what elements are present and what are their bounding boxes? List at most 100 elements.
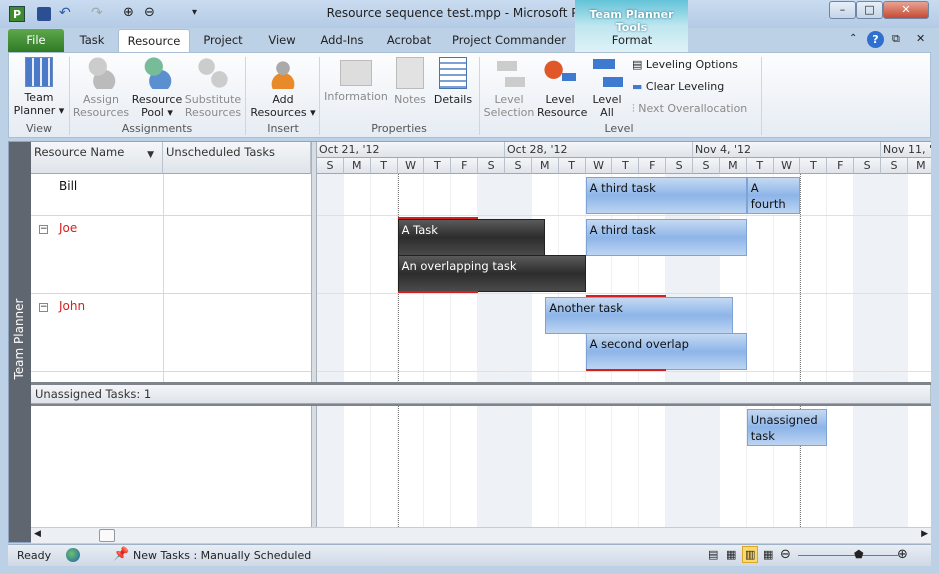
tab-add-ins[interactable]: Add-Ins	[310, 29, 374, 52]
resource-sheet-view-icon[interactable]: ▦	[763, 548, 773, 561]
day-column	[612, 406, 640, 527]
tab-acrobat[interactable]: Acrobat	[376, 29, 442, 52]
clear-leveling-button[interactable]: ▬ Clear Leveling	[632, 80, 724, 93]
row-divider	[317, 371, 931, 372]
resource-pool-button[interactable]: Resource Pool ▾	[129, 57, 185, 119]
title-bar: P ↶ ↷ ⊕ ⊖ ▾ Resource sequence test.mpp -…	[0, 0, 939, 28]
task-bar[interactable]: A third task	[585, 219, 747, 256]
information-icon	[340, 60, 372, 86]
horizontal-scrollbar[interactable]: ◀ ▶	[31, 527, 931, 543]
task-bar[interactable]: An overlapping task	[397, 255, 586, 292]
tab-view[interactable]: View	[256, 29, 308, 52]
gantt-view-icon[interactable]: ▤	[708, 548, 718, 561]
day-column	[317, 406, 344, 527]
day-header: T	[558, 158, 586, 174]
sort-dropdown-icon[interactable]: ▼	[147, 150, 154, 160]
clear-leveling-icon: ▬	[632, 80, 643, 93]
minimize-ribbon-icon[interactable]: ⌃	[849, 33, 857, 44]
resource-row-joe[interactable]: − Joe	[31, 216, 163, 294]
add-resource-icon	[267, 57, 299, 89]
resource-row-john[interactable]: − John	[31, 294, 163, 372]
day-header: S	[317, 158, 344, 174]
details-button[interactable]: Details	[431, 57, 475, 106]
day-header: T	[800, 158, 828, 174]
task-bar[interactable]: Another task	[545, 297, 734, 334]
zoom-in-icon[interactable]: ⊕	[897, 547, 908, 562]
status-bar: Ready 📌 New Tasks : Manually Scheduled ▤…	[8, 544, 931, 566]
day-header: S	[854, 158, 882, 174]
day-header: T	[370, 158, 398, 174]
team-planner-view-icon[interactable]: ▥	[742, 546, 759, 563]
assign-resources-button: Assign Resources	[72, 57, 130, 119]
zoom-slider[interactable]	[798, 555, 898, 556]
task-mode-status[interactable]: New Tasks : Manually Scheduled	[133, 549, 311, 562]
column-header-unscheduled-tasks[interactable]: Unscheduled Tasks	[163, 142, 311, 174]
tab-resource[interactable]: Resource	[118, 29, 190, 52]
resource-pool-label: Resource Pool	[131, 93, 183, 119]
scroll-thumb[interactable]	[99, 529, 115, 542]
tab-project-commander[interactable]: Project Commander	[444, 29, 574, 52]
leveling-options-button[interactable]: ▤ Leveling Options	[632, 58, 738, 71]
notes-button: Notes	[391, 57, 429, 106]
add-resources-button[interactable]: Add Resources ▾	[249, 57, 317, 119]
task-bar[interactable]: A Task	[397, 219, 546, 256]
tab-format[interactable]: Format	[576, 29, 688, 52]
substitute-resources-button: Substitute Resources	[184, 57, 242, 119]
tab-file[interactable]: File	[8, 29, 64, 52]
day-header: S	[693, 158, 720, 174]
level-all-label: Level All	[592, 93, 622, 119]
unassigned-task-bar[interactable]: Unassigned task	[746, 409, 828, 446]
zoom-out-icon[interactable]: ⊖	[780, 547, 791, 562]
overallocation-marker	[397, 291, 479, 293]
restore-window-icon[interactable]: ⧉	[892, 32, 900, 46]
scroll-left-icon[interactable]: ◀	[34, 529, 41, 539]
collapse-icon[interactable]: −	[39, 303, 48, 312]
maximize-button[interactable]: □	[856, 1, 883, 19]
day-header: W	[585, 158, 613, 174]
column-header-resource-name[interactable]: Resource Name ▼	[31, 142, 163, 174]
details-label: Details	[433, 93, 473, 106]
resource-name: Bill	[59, 179, 78, 193]
minimize-button[interactable]: –	[829, 1, 856, 19]
scroll-right-icon[interactable]: ▶	[921, 529, 928, 539]
task-bar[interactable]: A second overlap	[585, 333, 747, 370]
information-label: Information	[324, 90, 388, 103]
day-column	[639, 406, 667, 527]
zoom-slider-thumb[interactable]: ⬟	[854, 548, 864, 561]
task-usage-view-icon[interactable]: ▦	[726, 548, 736, 561]
column-divider	[163, 174, 164, 382]
day-column	[854, 406, 882, 527]
level-resource-button[interactable]: Level Resource	[537, 57, 587, 119]
day-column	[478, 406, 506, 527]
next-overallocation-icon: ⫶	[632, 102, 635, 115]
notes-icon	[396, 57, 424, 89]
day-column	[531, 406, 559, 527]
details-icon	[439, 57, 467, 89]
day-column	[827, 406, 855, 527]
globe-icon[interactable]	[66, 548, 80, 562]
tab-task[interactable]: Task	[66, 29, 118, 52]
day-column	[397, 406, 425, 527]
unassigned-tasks-header: Unassigned Tasks: 1	[31, 385, 931, 404]
close-window-icon[interactable]: ✕	[916, 32, 925, 45]
week-header: Oct 28, '12	[505, 142, 694, 158]
task-bar[interactable]: A fourth task	[746, 177, 801, 214]
task-bar[interactable]: A third task	[585, 177, 747, 214]
level-all-button[interactable]: Level All	[589, 57, 625, 119]
close-button[interactable]: ✕	[883, 1, 929, 19]
collapse-icon[interactable]: −	[39, 225, 48, 234]
team-planner-button[interactable]: Team Planner ▾	[13, 57, 65, 117]
level-resource-icon	[544, 57, 576, 89]
day-column	[343, 406, 371, 527]
day-column	[881, 406, 908, 527]
resource-row-bill[interactable]: Bill	[31, 174, 163, 216]
divider	[319, 57, 320, 135]
day-column	[505, 406, 532, 527]
resource-list: Bill − Joe − John	[31, 174, 311, 382]
tab-project[interactable]: Project	[192, 29, 254, 52]
day-column	[451, 406, 479, 527]
row-divider	[317, 293, 931, 294]
help-icon[interactable]: ?	[867, 31, 884, 48]
day-header: S	[505, 158, 532, 174]
unassigned-tasks-area: Unassigned task	[317, 406, 931, 527]
